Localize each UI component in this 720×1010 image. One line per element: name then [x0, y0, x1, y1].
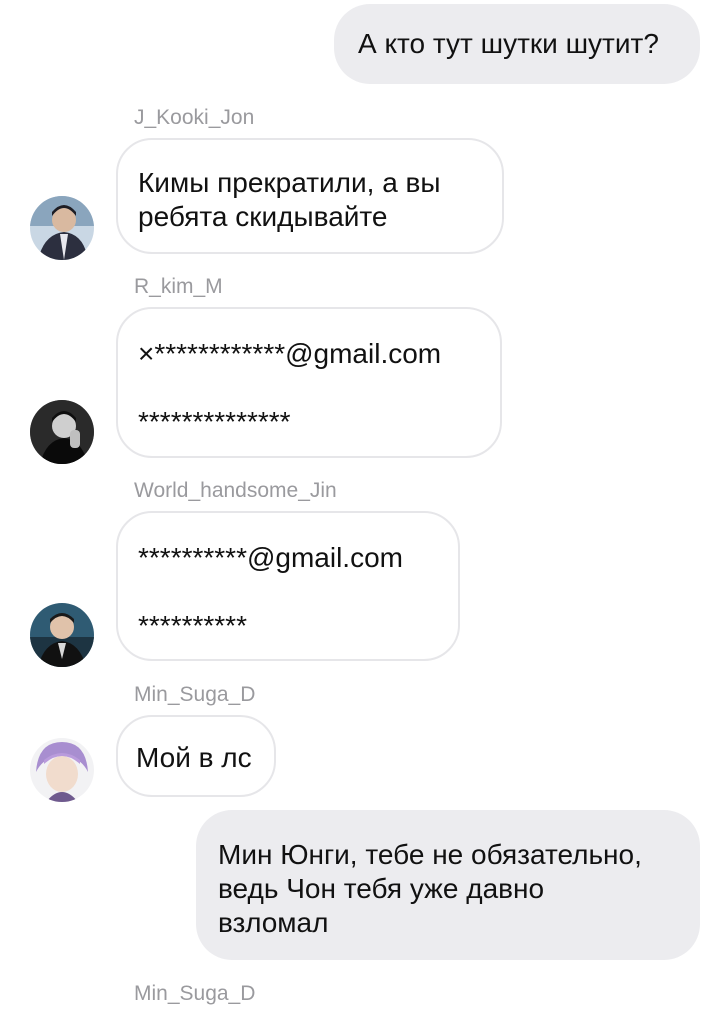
message-bubble-incoming[interactable]: Мой в лс: [116, 715, 276, 797]
avatar-photo-icon[interactable]: [30, 603, 94, 667]
avatar-photo-icon[interactable]: [30, 196, 94, 260]
message-bubble-outgoing[interactable]: А кто тут шутки шутит?: [334, 4, 700, 84]
message-bubble-incoming[interactable]: Кимы прекратили, а вы ребята скидывайте: [116, 138, 504, 254]
sender-name: Min_Suga_D: [134, 982, 256, 1005]
message-bubble-outgoing[interactable]: Мин Юнги, тебе не обязательно, ведь Чон …: [196, 810, 700, 960]
avatar-photo-icon[interactable]: [30, 738, 94, 802]
sender-name: R_kim_M: [134, 275, 223, 298]
message-bubble-incoming[interactable]: ×************@gmail.com **************: [116, 307, 502, 458]
sender-name: J_Kooki_Jon: [134, 106, 255, 129]
avatar-photo-icon[interactable]: [30, 400, 94, 464]
message-bubble-incoming[interactable]: **********@gmail.com **********: [116, 511, 460, 661]
sender-name: Min_Suga_D: [134, 683, 256, 706]
sender-name: World_handsome_Jin: [134, 479, 337, 502]
